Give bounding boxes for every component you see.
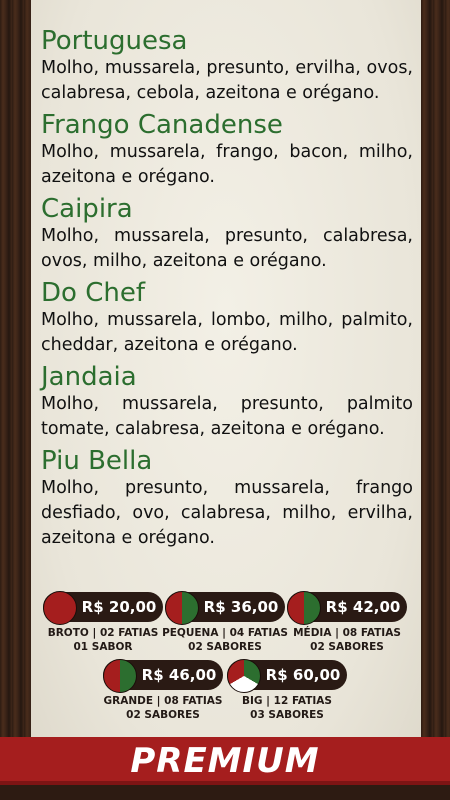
pizza-size-icon bbox=[287, 591, 321, 625]
pizza-size-icon bbox=[43, 591, 77, 625]
menu-item: Do Chef Molho, mussarela, lombo, milho, … bbox=[41, 278, 413, 358]
size-label: MÉDIA | 08 FATIAS 02 SABORES bbox=[282, 626, 412, 654]
menu-item-description: Molho, mussarela, presunto, ervilha, ovo… bbox=[41, 58, 413, 103]
menu-item-name: Do Chef bbox=[41, 278, 145, 308]
menu-item-name: Portuguesa bbox=[41, 26, 188, 56]
pizza-size-icon bbox=[227, 659, 261, 693]
price-tag-grande: R$ 46,00 bbox=[103, 659, 223, 693]
wood-frame-left bbox=[0, 0, 31, 800]
menu-item-name: Jandaia bbox=[41, 362, 137, 392]
size-slices: MÉDIA | 08 FATIAS bbox=[293, 627, 401, 639]
price-amount: R$ 46,00 bbox=[141, 666, 217, 684]
pizza-size-icon bbox=[165, 591, 199, 625]
price-table: R$ 20,00 BROTO | 02 FATIAS 01 SABOR R$ 3… bbox=[31, 590, 421, 725]
menu-item-description: Molho, presunto, mussarela, frango desfi… bbox=[41, 478, 413, 548]
menu-item-name: Caipira bbox=[41, 194, 133, 224]
size-flavors: 02 SABORES bbox=[188, 641, 262, 653]
banner-title: PREMIUM bbox=[130, 741, 320, 781]
size-flavors: 02 SABORES bbox=[310, 641, 384, 653]
size-slices: BROTO | 02 FATIAS bbox=[47, 627, 159, 639]
size-slices: BIG | 12 FATIAS bbox=[242, 695, 332, 707]
price-amount: R$ 60,00 bbox=[265, 666, 341, 684]
price-amount: R$ 20,00 bbox=[81, 598, 157, 616]
menu-item-description: Molho, mussarela, presunto, calabresa, o… bbox=[41, 226, 413, 271]
menu-item-name: Frango Canadense bbox=[41, 110, 283, 140]
size-flavors: 03 SABORES bbox=[250, 709, 324, 721]
menu-item-description: Molho, mussarela, frango, bacon, milho, … bbox=[41, 142, 413, 187]
price-amount: R$ 42,00 bbox=[325, 598, 401, 616]
size-flavors: 02 SABORES bbox=[126, 709, 200, 721]
menu-item: Piu Bella Molho, presunto, mussarela, fr… bbox=[41, 446, 413, 551]
premium-banner: PREMIUM bbox=[0, 737, 450, 785]
pizza-size-icon bbox=[103, 659, 137, 693]
size-label: BIG | 12 FATIAS 03 SABORES bbox=[222, 694, 352, 722]
size-flavors: 01 SABOR bbox=[73, 641, 133, 653]
menu-item: Caipira Molho, mussarela, presunto, cala… bbox=[41, 194, 413, 274]
price-amount: R$ 36,00 bbox=[203, 598, 279, 616]
size-label: PEQUENA | 04 FATIAS 02 SABORES bbox=[160, 626, 290, 654]
menu-item: Portuguesa Molho, mussarela, presunto, e… bbox=[41, 26, 413, 106]
price-tag-big: R$ 60,00 bbox=[227, 659, 347, 693]
size-slices: PEQUENA | 04 FATIAS bbox=[162, 627, 288, 639]
menu-item: Jandaia Molho, mussarela, presunto, palm… bbox=[41, 362, 413, 442]
menu-item-description: Molho, mussarela, lombo, milho, palmito,… bbox=[41, 310, 413, 355]
menu-item: Frango Canadense Molho, mussarela, frang… bbox=[41, 110, 413, 190]
size-label: GRANDE | 08 FATIAS 02 SABORES bbox=[98, 694, 228, 722]
size-slices: GRANDE | 08 FATIAS bbox=[103, 695, 223, 707]
wood-frame-bottom bbox=[0, 785, 450, 800]
menu-item-name: Piu Bella bbox=[41, 446, 153, 476]
menu-item-description: Molho, mussarela, presunto, palmito toma… bbox=[41, 394, 413, 439]
price-tag-media: R$ 42,00 bbox=[287, 591, 407, 625]
price-tag-broto: R$ 20,00 bbox=[43, 591, 163, 625]
price-tag-pequena: R$ 36,00 bbox=[165, 591, 285, 625]
pizza-menu: Portuguesa Molho, mussarela, presunto, e… bbox=[41, 26, 413, 555]
wood-frame-right bbox=[421, 0, 450, 800]
size-label: BROTO | 02 FATIAS 01 SABOR bbox=[38, 626, 168, 654]
